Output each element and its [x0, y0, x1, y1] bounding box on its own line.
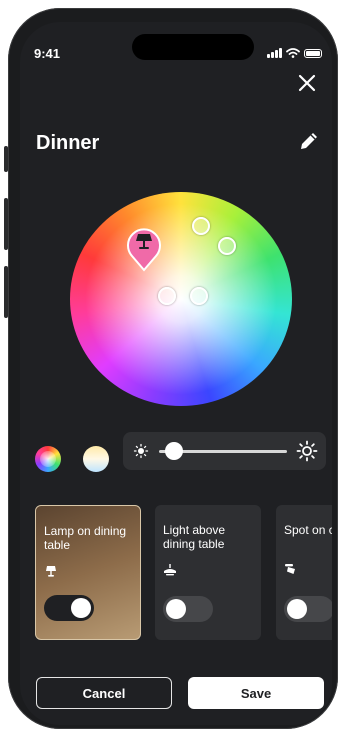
volume-down-button — [4, 266, 8, 318]
color-marker[interactable] — [190, 287, 208, 305]
color-marker[interactable] — [192, 217, 210, 235]
battery-icon — [304, 49, 322, 58]
lamp-pin-icon[interactable] — [124, 222, 164, 272]
volume-up-button — [4, 198, 8, 250]
light-card[interactable]: Spot on cabinet — [276, 505, 332, 640]
brightness-slider[interactable] — [123, 432, 326, 470]
light-card-label: Spot on cabinet — [284, 523, 332, 537]
color-marker[interactable] — [218, 237, 236, 255]
spot-light-icon — [285, 564, 295, 574]
pencil-icon[interactable] — [298, 130, 320, 152]
light-card[interactable]: Lamp on dining table — [35, 505, 141, 640]
side-button — [4, 146, 8, 172]
brightness-low-icon — [133, 443, 149, 459]
pendant-light-icon — [164, 564, 176, 576]
light-toggle[interactable] — [163, 596, 213, 622]
dynamic-island — [132, 34, 254, 60]
screen: 9:41 Dinner Lamp on dining table Light a… — [20, 22, 332, 725]
brightness-high-icon — [296, 440, 318, 462]
color-wheel[interactable] — [70, 192, 292, 406]
light-toggle[interactable] — [284, 596, 332, 622]
status-time: 9:41 — [34, 46, 61, 61]
page-title: Dinner — [36, 132, 100, 154]
light-card-label: Light above dining table — [163, 523, 226, 551]
color-mode-swatch[interactable] — [35, 446, 61, 472]
light-card[interactable]: Light above dining table — [155, 505, 261, 640]
status-icons — [267, 48, 322, 58]
brightness-thumb[interactable] — [165, 442, 184, 460]
light-card-label: Lamp on dining table — [44, 524, 127, 552]
color-marker[interactable] — [158, 287, 176, 305]
table-lamp-icon — [46, 566, 56, 577]
cancel-button[interactable]: Cancel — [36, 677, 172, 709]
save-button[interactable]: Save — [188, 677, 324, 709]
white-mode-swatch[interactable] — [83, 446, 109, 472]
wifi-icon — [286, 48, 300, 58]
close-icon[interactable] — [296, 72, 318, 94]
light-toggle[interactable] — [44, 595, 94, 621]
signal-icon — [267, 48, 282, 58]
